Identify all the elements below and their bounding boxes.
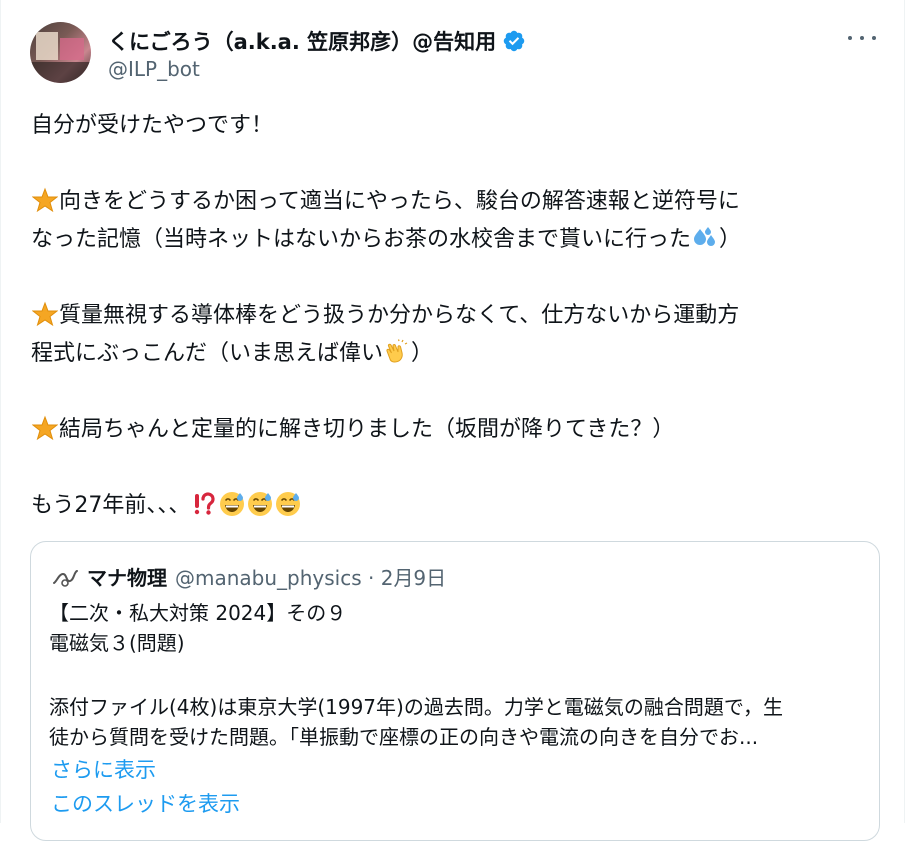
tweet-bullet-1-cont: なった記憶（当時ネットはないからお茶の水校舎まで貰いに行った） (31, 227, 742, 252)
tweet-bullet-2: 質量無視する導体棒をどう扱うか分からなくて、仕方ないから運動方 (31, 297, 876, 335)
more-options-icon[interactable] (848, 28, 876, 48)
quoted-line: 添付ファイル(4枚)は東京大学(1997年)の過去問。力学と電磁気の融合問題で，… (49, 695, 784, 719)
star-emoji (32, 415, 58, 441)
quoted-tweet-header: マナ物理 @manabu_physics · 2月9日 (51, 562, 446, 591)
verified-badge-icon[interactable] (502, 29, 526, 53)
quoted-line: 【二次・私大対策 2024】その９ (49, 601, 347, 625)
quoted-author-avatar[interactable] (51, 563, 79, 591)
quoted-tweet[interactable]: マナ物理 @manabu_physics · 2月9日 【二次・私大対策 202… (30, 541, 880, 841)
star-emoji (32, 187, 58, 213)
show-thread-link[interactable]: このスレッドを表示 (51, 788, 240, 818)
sweat-droplets-emoji (694, 227, 716, 246)
tweet-last-line: もう27年前、、、 (31, 487, 876, 525)
tweet-bullet-3: 結局ちゃんと定量的に解き切りました（坂間が降りてきた？） (31, 411, 876, 449)
clapping-hands-emoji (386, 339, 408, 363)
author-handle[interactable]: @ILP_bot (108, 57, 200, 81)
quoted-line: 電磁気３(問題) (49, 631, 185, 655)
exclamation-question-emoji (195, 492, 215, 515)
author-display-name[interactable]: くにごろう（a.k.a. 笠原邦彦）@告知用 (108, 26, 496, 56)
show-more-link[interactable]: さらに表示 (51, 754, 156, 784)
tweet-line: 自分が受けたやつです！ (31, 113, 274, 138)
grinning-sweat-emoji (276, 492, 301, 516)
quoted-line: 徒から質問を受けた問題。「単振動で座標の正の向きや電流の向きを自分でお... (49, 725, 759, 749)
author-name-row: くにごろう（a.k.a. 笠原邦彦）@告知用 (108, 26, 526, 56)
quoted-tweet-body: 【二次・私大対策 2024】その９ 電磁気３(問題) 添付ファイル(4枚)は東京… (49, 598, 864, 752)
tweet-body: 自分が受けたやつです！ 向きをどうするか困って適当にやったら、駿台の解答速報と逆… (31, 107, 876, 525)
grinning-sweat-emoji (220, 492, 245, 516)
grinning-sweat-emoji (248, 492, 273, 516)
tweet-bullet-2-cont: 程式にぶっこんだ（いま思えば偉い） (31, 339, 434, 366)
star-emoji (32, 301, 58, 327)
quoted-author-handle-date[interactable]: @manabu_physics · 2月9日 (175, 562, 446, 591)
tweet-bullet-1: 向きをどうするか困って適当にやったら、駿台の解答速報と逆符号に (31, 183, 876, 221)
profile-avatar[interactable] (30, 22, 91, 83)
tweet-card: くにごろう（a.k.a. 笠原邦彦）@告知用 @ILP_bot 自分が受けたやつ… (0, 0, 905, 841)
quoted-author-name[interactable]: マナ物理 (87, 562, 167, 591)
